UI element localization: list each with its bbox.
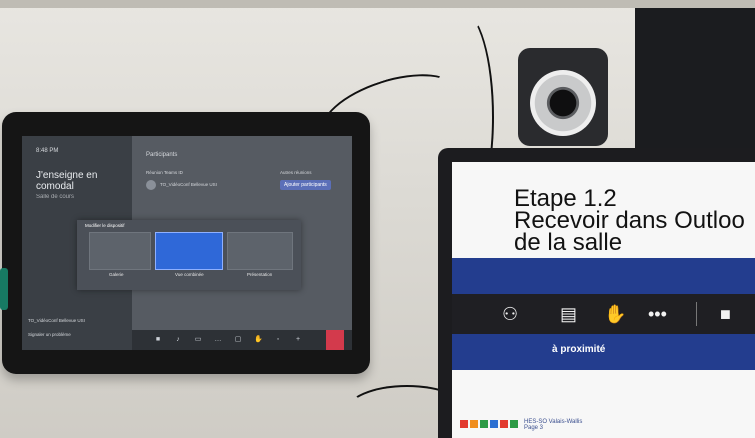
chat-icon[interactable]: ▤ [560,304,577,324]
layout-dialog: Modifier le dispositif Galerie Vue combi… [77,220,301,290]
mic-icon[interactable]: ♪ [174,336,182,344]
combined-view-option[interactable] [155,232,223,270]
add-participants-button[interactable]: Ajouter participants [280,180,331,190]
speaker [518,48,608,146]
raise-hand-icon[interactable]: ✋ [604,304,626,324]
camera-icon[interactable]: ■ [720,304,731,324]
gallery-option[interactable] [89,232,151,270]
volume-icon[interactable]: ◦ [274,336,282,344]
teams-control-bar: ⚇ ▤ ✋ ••• ■ [452,294,755,334]
layout-icon[interactable]: ▢ [234,336,242,344]
call-toolbar: ■ ♪ ▭ … ▢ ✋ ◦ + [132,330,352,350]
raise-hand-icon[interactable]: ✋ [254,336,263,344]
desk-edge [0,0,755,8]
logo-square [510,420,518,428]
slide-title-line-3: de la salle [514,229,623,256]
participants-header: Participants [146,152,178,158]
people-icon[interactable]: ⚇ [502,304,518,324]
logo-line-2: Page 3 [524,425,544,431]
photo-scene: 8:48 PM J'enseigne en comodal Salle de c… [0,0,755,438]
room-title: J'enseigne en comodal [36,170,98,192]
camera-icon[interactable]: ■ [154,336,162,344]
logo-square [490,420,498,428]
presentation-screen: Etape 1.2 Recevoir dans Outloo de la sal… [452,162,755,438]
logo-square [470,420,478,428]
logo-square [480,420,488,428]
gallery-label: Galerie [109,272,124,277]
right-tablet: Etape 1.2 Recevoir dans Outloo de la sal… [438,148,755,438]
left-tablet: 8:48 PM J'enseigne en comodal Salle de c… [2,112,370,374]
report-problem-link[interactable]: Signaler un problème [28,332,71,337]
time-label: 8:48 PM [36,148,59,154]
school-logo-text: HES-SO Valais-Wallis Page 3 [524,419,582,431]
room-subtitle: Salle de cours [36,194,75,200]
device-name: TO_VidéoConf Bellevue USI [160,182,217,187]
monitor [635,8,755,158]
slide-title: Etape 1.2 Recevoir dans Outloo de la sal… [514,187,745,256]
bottom-device-name: TO_VidéoConf Bellevue USI [28,318,85,323]
share-icon[interactable]: ▭ [194,336,202,344]
add-icon[interactable]: + [294,336,302,344]
avatar [146,180,156,190]
logo-square [500,420,508,428]
speaker-cone [530,70,596,136]
more-icon[interactable]: … [214,336,222,344]
combined-view-label: Vue combinée [175,272,204,277]
tablet-side-tab [0,268,8,310]
dialog-title: Modifier le dispositif [85,223,125,228]
meeting-label: Réunion Teams ID [146,170,183,175]
separator [696,302,697,326]
more-icon[interactable]: ••• [648,304,667,324]
other-meetings-label: Autres réunions [280,170,312,175]
presentation-label: Présentation [247,272,273,277]
presentation-option[interactable] [227,232,293,270]
teams-room-screen: 8:48 PM J'enseigne en comodal Salle de c… [22,136,352,350]
logo-square [460,420,468,428]
proximity-text: à proximité [552,344,606,355]
hangup-icon[interactable] [326,330,344,350]
